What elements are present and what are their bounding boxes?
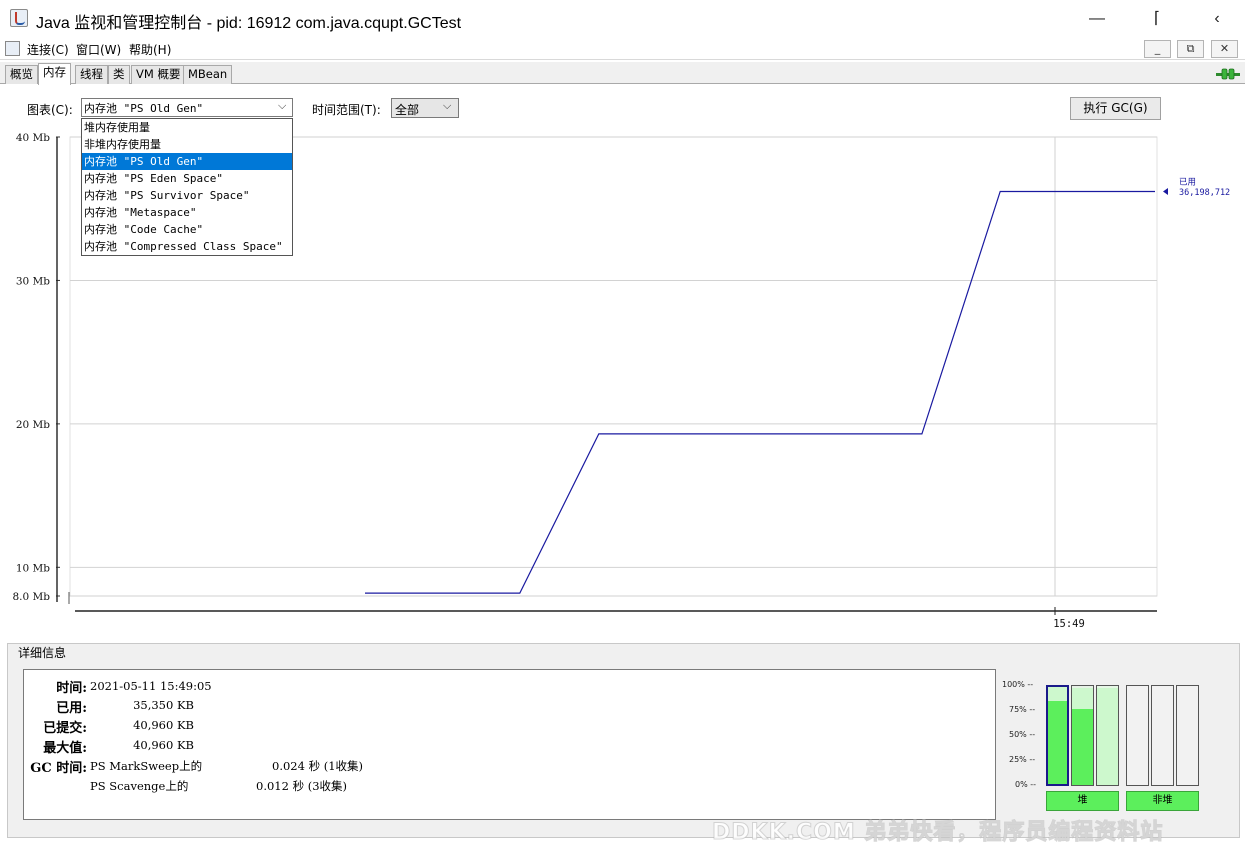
detail-value-time: 2021-05-11 15:49:05	[90, 679, 212, 693]
dropdown-option[interactable]: 内存池 "Compressed Class Space"	[82, 238, 292, 255]
gc-collector-time: 0.024 秒 (1收集)	[272, 759, 364, 773]
document-icon	[5, 41, 20, 56]
menu-window[interactable]: 窗口(W)	[76, 41, 121, 58]
inner-minimize-button[interactable]: _	[1144, 40, 1171, 58]
dropdown-option[interactable]: 内存池 "Code Cache"	[82, 221, 292, 238]
inner-close-button[interactable]: ✕	[1211, 40, 1238, 58]
nonheap-bar-code-cache[interactable]	[1151, 685, 1174, 786]
current-value-label: 36,198,712	[1179, 188, 1230, 198]
range-select-value: 全部	[395, 103, 420, 117]
detail-label-max: 最大值:	[43, 741, 87, 756]
window-title: Java 监视和管理控制台 - pid: 16912 com.java.cqup…	[36, 15, 462, 32]
detail-value-max: 40,960 KB	[133, 738, 194, 752]
current-value-marker: 已用36,198,712	[1163, 178, 1230, 198]
detail-value-committed: 40,960 KB	[133, 718, 194, 732]
chevron-down-icon: ⌵	[443, 99, 452, 112]
x-axis: 15:49	[75, 607, 1157, 630]
dropdown-option-selected[interactable]: 内存池 "PS Old Gen"	[82, 153, 292, 170]
maximize-button[interactable]: ⌈	[1134, 6, 1180, 32]
y-tick-label: 8.0 Mb	[12, 591, 50, 603]
nonheap-label: 非堆	[1126, 791, 1199, 811]
tab-classes[interactable]: 类	[108, 65, 130, 84]
dropdown-option[interactable]: 内存池 "PS Eden Space"	[82, 170, 292, 187]
inner-restore-button[interactable]: ⧉	[1177, 40, 1204, 58]
chevron-down-icon: ⌵	[278, 99, 287, 112]
tab-mbean[interactable]: MBean	[183, 65, 233, 84]
menu-help[interactable]: 帮助(H)	[129, 41, 171, 58]
current-series-label: 已用	[1179, 178, 1196, 188]
heap-bar-survivor[interactable]	[1096, 685, 1119, 786]
tab-memory[interactable]: 内存	[38, 63, 71, 85]
perform-gc-button[interactable]: 执行 GC(G)	[1070, 97, 1161, 120]
detail-label-used: 已用:	[56, 701, 87, 716]
heap-bar-eden[interactable]	[1071, 685, 1094, 786]
detail-label-committed: 已提交:	[43, 721, 87, 736]
range-label: 时间范围(T):	[312, 103, 381, 117]
heap-bar-old-gen[interactable]	[1046, 685, 1069, 786]
dropdown-option[interactable]: 内存池 "PS Survivor Space"	[82, 187, 292, 204]
current-value-arrow	[1163, 188, 1168, 196]
y-tick-label: 30 Mb	[16, 275, 50, 287]
detail-value-used: 35,350 KB	[133, 698, 194, 712]
chart-select-value: 内存池 "PS Old Gen"	[84, 102, 204, 115]
heap-label: 堆	[1046, 791, 1119, 811]
gc-collector-time: 0.012 秒 (3收集)	[256, 779, 348, 793]
gc-collector-name: PS MarkSweep上的	[90, 759, 203, 773]
watermark: DDKK.COM 弟弟快看，程序员编程资料站	[712, 820, 1164, 844]
menu-connection[interactable]: 连接(C)	[27, 41, 69, 58]
pct-label: 50% --	[1009, 730, 1036, 739]
details-title: 详细信息	[16, 644, 69, 661]
x-tick-label: 15:49	[1053, 618, 1085, 630]
y-axis: 40 Mb 30 Mb 20 Mb 10 Mb 8.0 Mb	[12, 132, 70, 604]
detail-label-time: 时间:	[56, 681, 87, 696]
nonheap-bar-metaspace[interactable]	[1126, 685, 1149, 786]
menu-bar	[0, 38, 1245, 60]
y-tick-label: 20 Mb	[16, 419, 50, 431]
chart-label: 图表(C):	[27, 103, 73, 117]
close-button[interactable]: ‹	[1194, 6, 1240, 32]
y-tick-label: 10 Mb	[16, 562, 50, 574]
dropdown-option[interactable]: 堆内存使用量	[82, 119, 292, 136]
tab-vm-summary[interactable]: VM 概要	[131, 65, 186, 84]
y-tick-label: 40 Mb	[16, 132, 50, 144]
dropdown-option[interactable]: 内存池 "Metaspace"	[82, 204, 292, 221]
chart-dropdown-list: 堆内存使用量 非堆内存使用量 内存池 "PS Old Gen" 内存池 "PS …	[81, 118, 293, 256]
java-app-icon	[10, 9, 28, 27]
dropdown-option[interactable]: 非堆内存使用量	[82, 136, 292, 153]
pct-label: 100% --	[1002, 680, 1034, 689]
nonheap-bar-class-space[interactable]	[1176, 685, 1199, 786]
connection-icon	[1216, 68, 1240, 80]
minimize-button[interactable]: —	[1074, 6, 1120, 32]
detail-label-gc-time: GC 时间:	[30, 761, 87, 776]
tab-threads[interactable]: 线程	[75, 65, 108, 84]
tab-overview[interactable]: 概览	[5, 65, 38, 84]
pct-label: 25% --	[1009, 755, 1036, 764]
pct-label: 75% --	[1009, 705, 1036, 714]
gc-collector-name: PS Scavenge上的	[90, 779, 189, 793]
